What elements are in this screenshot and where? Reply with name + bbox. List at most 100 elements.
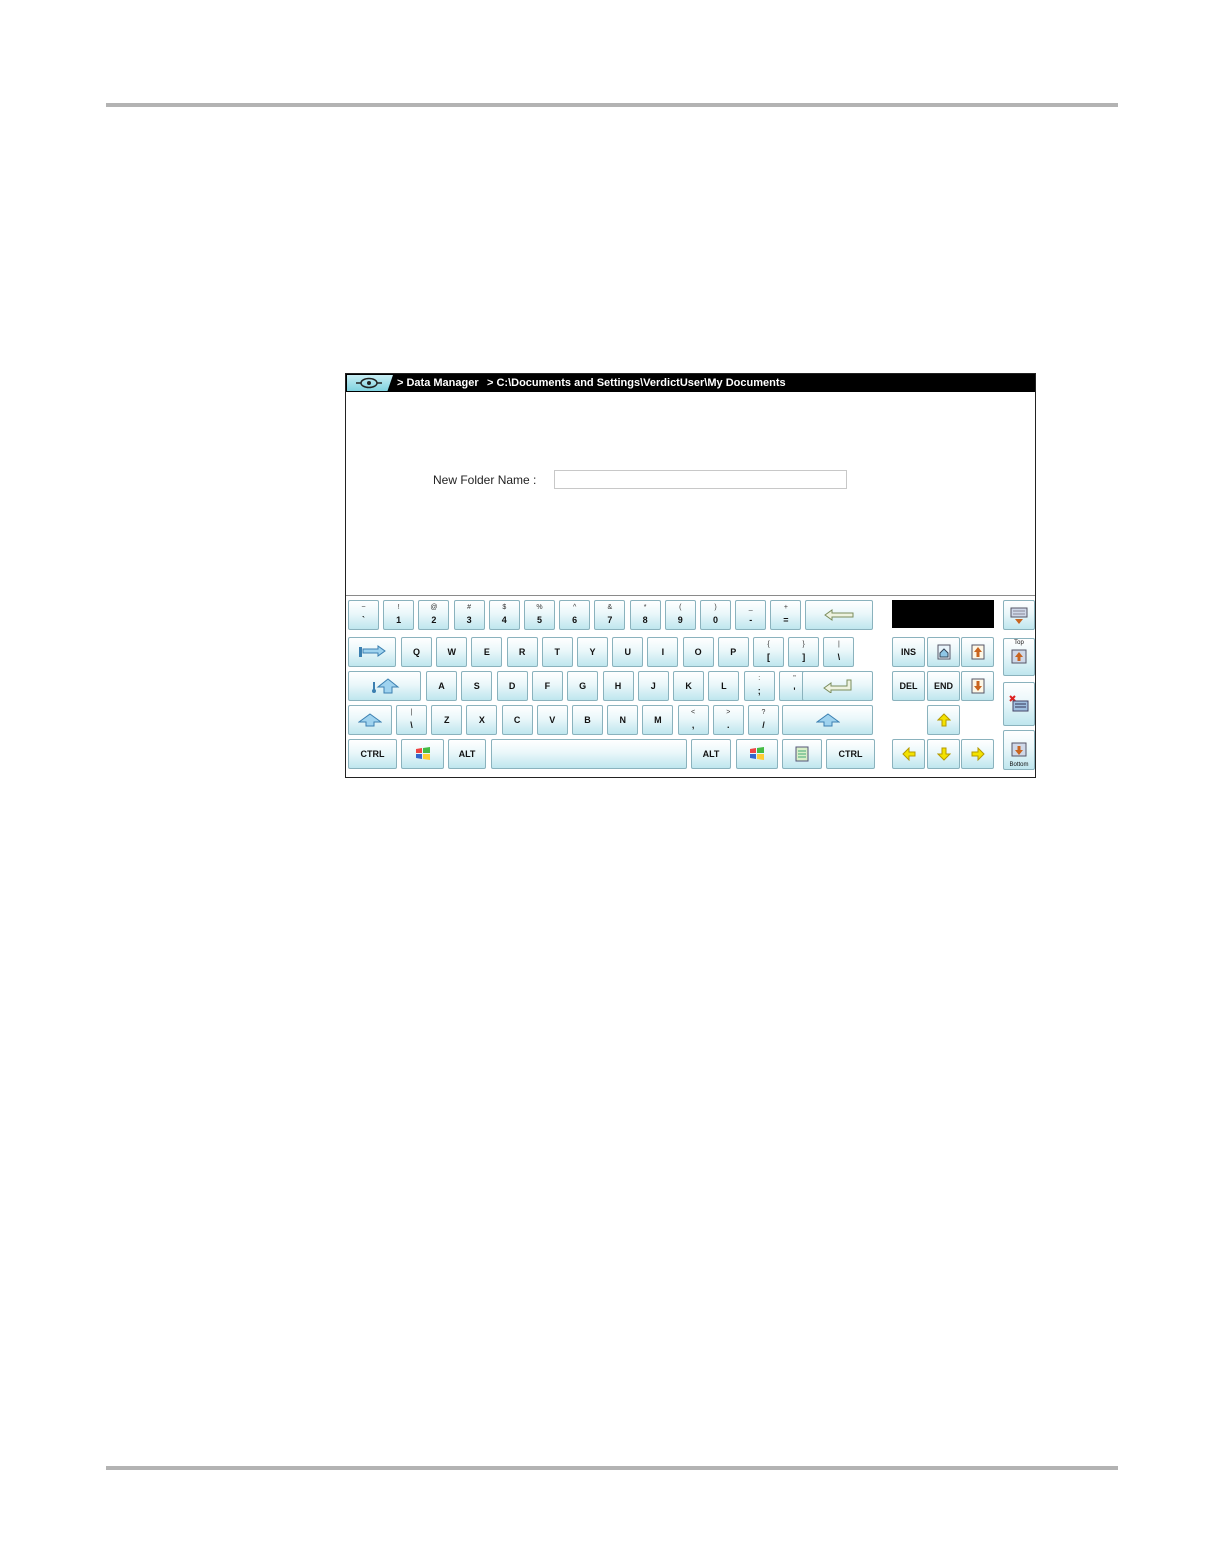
key-2[interactable]: @2 — [418, 600, 450, 630]
breadcrumb-data-manager[interactable]: > Data Manager — [397, 377, 479, 389]
key-9[interactable]: (9 — [664, 600, 696, 630]
key-z[interactable]: Z — [431, 705, 463, 735]
keyboard-close-button[interactable] — [1003, 682, 1035, 726]
keyboard-move-up-icon — [1004, 601, 1034, 629]
key-6[interactable]: ^ 6 — [559, 600, 591, 630]
key-char: ] — [802, 652, 806, 662]
key-x5c[interactable]: | \ — [823, 637, 855, 667]
key-n[interactable]: N — [607, 705, 639, 735]
left-arrow-icon — [806, 601, 872, 629]
key-r[interactable]: R — [506, 637, 538, 667]
key-label: O — [694, 647, 702, 657]
keyboard-move-up-button[interactable] — [1003, 600, 1035, 630]
key-y[interactable]: Y — [577, 637, 608, 667]
key-x5b[interactable]: {[ — [753, 637, 784, 667]
del-key[interactable]: DEL — [892, 671, 925, 701]
key-shift-char: { — [767, 641, 770, 648]
key-m[interactable]: M — [642, 705, 674, 735]
left-shift-key[interactable] — [348, 705, 392, 735]
left-alt-key[interactable]: ALT — [448, 739, 486, 769]
key-x2f[interactable]: ? / — [748, 705, 779, 735]
key-char: ; — [757, 686, 761, 696]
key-8[interactable]: * 8 — [629, 600, 661, 630]
key-f[interactable]: F — [531, 671, 563, 701]
key-x5c[interactable]: | \ — [396, 705, 427, 735]
tab-key[interactable] — [348, 637, 396, 667]
key-u[interactable]: U — [612, 637, 644, 667]
title-bar: > Data Manager > C:\Documents and Settin… — [346, 374, 1035, 392]
key-j[interactable]: J — [637, 671, 669, 701]
key-7[interactable]: & 7 — [594, 600, 626, 630]
key-i[interactable]: I — [647, 637, 679, 667]
end-key[interactable]: END — [927, 671, 960, 701]
key-o[interactable]: O — [682, 637, 714, 667]
arrow-down-key[interactable] — [927, 739, 960, 769]
arrow-up-key[interactable] — [927, 705, 960, 735]
key-b[interactable]: B — [572, 705, 603, 735]
keyboard-move-bottom-button[interactable]: Bottom — [1003, 730, 1035, 770]
page-down-key[interactable] — [961, 671, 994, 701]
key-x3d[interactable]: + = — [770, 600, 802, 630]
key-x2e[interactable]: >. — [712, 705, 744, 735]
key-4[interactable]: $4 — [488, 600, 520, 630]
key-shift-char: @ — [430, 604, 438, 611]
left-ctrl-key[interactable]: CTRL — [348, 739, 397, 769]
key-v[interactable]: V — [536, 705, 568, 735]
right-ctrl-key[interactable]: CTRL — [826, 739, 875, 769]
key-d[interactable]: D — [496, 671, 528, 701]
caps-lock-key[interactable] — [348, 671, 421, 701]
key-5[interactable]: % 5 — [524, 600, 555, 630]
arrow-right-key[interactable] — [961, 739, 994, 769]
new-folder-name-label: New Folder Name : — [433, 473, 537, 487]
key-shift-char: ( — [679, 604, 682, 611]
key-3[interactable]: #3 — [453, 600, 485, 630]
key-t[interactable]: T — [541, 637, 573, 667]
shift-up-icon — [783, 706, 872, 734]
key-label: ALT — [702, 749, 720, 759]
key-q[interactable]: Q — [401, 637, 432, 667]
key-0[interactable]: ) 0 — [700, 600, 731, 630]
key-x2c[interactable]: <, — [677, 705, 709, 735]
key-char: 0 — [712, 615, 718, 625]
bottom-rule — [106, 1466, 1118, 1470]
key-p[interactable]: P — [717, 637, 749, 667]
key-label: S — [473, 681, 480, 691]
backspace-key[interactable] — [805, 600, 873, 630]
right-shift-key[interactable] — [782, 705, 873, 735]
key-x3b[interactable]: :; — [743, 671, 775, 701]
key-label: K — [685, 681, 692, 691]
key-x5d[interactable]: }] — [788, 637, 820, 667]
space-key[interactable] — [491, 739, 687, 769]
key-x2d[interactable]: _ - — [735, 600, 767, 630]
key-1[interactable]: ! 1 — [383, 600, 415, 630]
key-c[interactable]: C — [501, 705, 533, 735]
home-logo-button[interactable] — [347, 375, 393, 391]
key-g[interactable]: G — [567, 671, 599, 701]
keyboard-move-top-button[interactable]: Top — [1003, 638, 1035, 676]
key-k[interactable]: K — [673, 671, 705, 701]
right-windows-key[interactable] — [736, 739, 778, 769]
home-key[interactable] — [927, 637, 960, 667]
key-x60[interactable]: ~ ` — [348, 600, 379, 630]
right-alt-key[interactable]: ALT — [691, 739, 731, 769]
breadcrumb-path[interactable]: > C:\Documents and Settings\VerdictUser\… — [487, 377, 786, 389]
ins-key[interactable]: INS — [892, 637, 925, 667]
key-label: P — [730, 647, 737, 657]
key-char: - — [749, 615, 753, 625]
key-e[interactable]: E — [471, 637, 503, 667]
new-folder-name-input[interactable] — [554, 470, 847, 489]
key-h[interactable]: H — [602, 671, 634, 701]
left-windows-key[interactable] — [401, 739, 444, 769]
key-l[interactable]: L — [708, 671, 740, 701]
key-x[interactable]: X — [466, 705, 498, 735]
key-a[interactable]: A — [426, 671, 457, 701]
enter-key[interactable] — [802, 671, 873, 701]
key-char: 7 — [607, 615, 613, 625]
menu-key[interactable] — [782, 739, 822, 769]
key-s[interactable]: S — [461, 671, 493, 701]
key-label: L — [721, 681, 727, 691]
arrow-left-key[interactable] — [892, 739, 925, 769]
page-up-key[interactable] — [961, 637, 994, 667]
key-w[interactable]: W — [436, 637, 468, 667]
key-char: 8 — [642, 615, 648, 625]
